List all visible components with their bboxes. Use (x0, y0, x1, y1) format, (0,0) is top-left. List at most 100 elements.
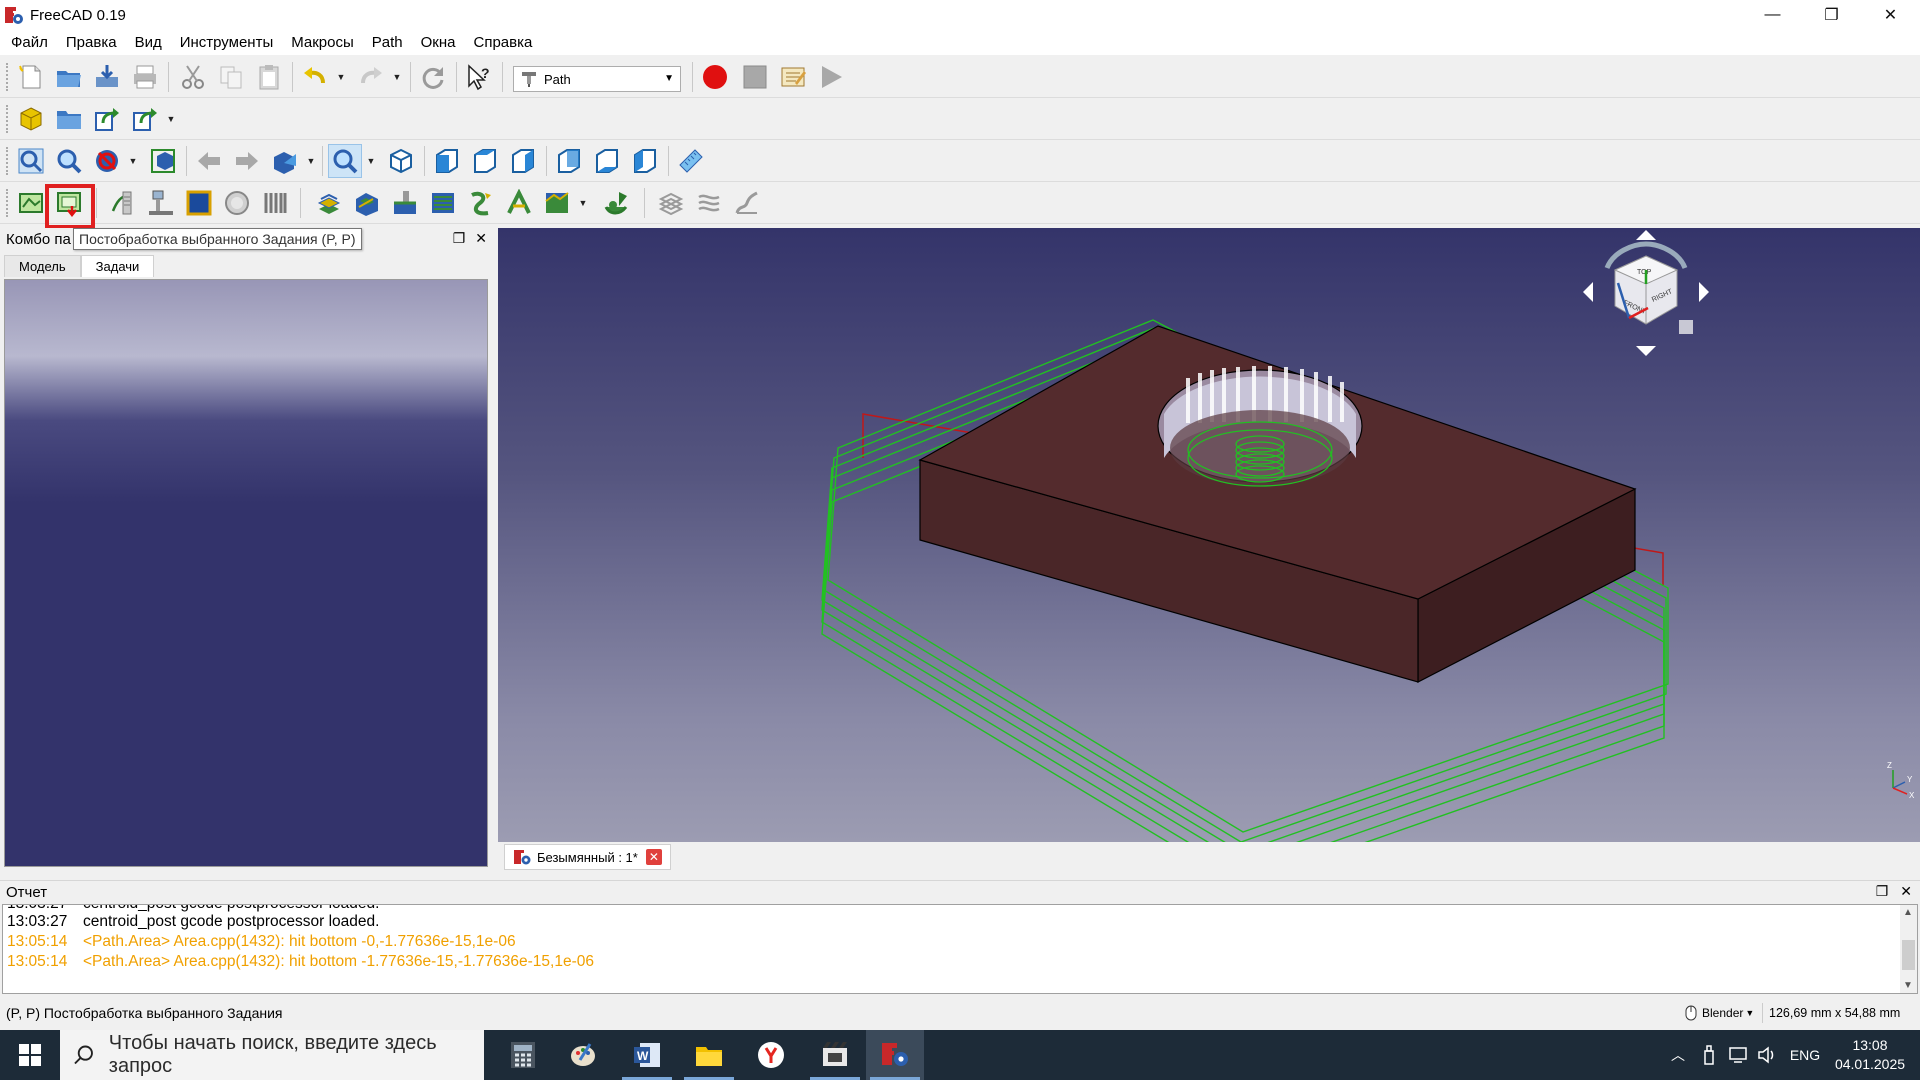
taskbar-search-box[interactable]: Чтобы начать поиск, введите здесь запрос (60, 1030, 484, 1080)
draw-style-chevron-icon[interactable]: ▼ (128, 152, 138, 170)
back-button[interactable] (192, 144, 226, 178)
report-log[interactable]: 13:03:27 centroid_post gcode postprocesso… (2, 904, 1918, 994)
start-button[interactable] (0, 1030, 60, 1080)
path-3d-ops-button[interactable] (540, 186, 574, 220)
undock-icon[interactable]: ❐ (453, 230, 466, 247)
isometric-view-button[interactable] (384, 144, 418, 178)
create-link-actions-button[interactable] (128, 102, 162, 136)
workbench-selector[interactable]: Path ▼ (513, 66, 681, 92)
path-array-button[interactable] (654, 186, 688, 220)
sync-view-button[interactable] (268, 144, 302, 178)
3d-ops-chevron-icon[interactable]: ▼ (578, 194, 588, 212)
link-actions-chevron-icon[interactable]: ▼ (166, 110, 176, 128)
path-inspect-button[interactable] (258, 186, 292, 220)
scrollbar-thumb[interactable] (1902, 940, 1915, 970)
right-view-button[interactable] (506, 144, 540, 178)
close-panel-icon[interactable]: ✕ (1900, 883, 1912, 900)
taskbar-app-paint[interactable] (554, 1030, 612, 1080)
create-group-button[interactable] (52, 102, 86, 136)
path-dressup-button[interactable] (600, 186, 634, 220)
path-stock-button[interactable] (182, 186, 216, 220)
toolbar-grip[interactable] (6, 63, 10, 91)
macro-execute-button[interactable] (814, 60, 848, 94)
menu-view[interactable]: Вид (126, 30, 171, 55)
menu-file[interactable]: Файл (2, 30, 57, 55)
copy-button[interactable] (214, 60, 248, 94)
scroll-up-chevron-icon[interactable]: ▲ (1903, 907, 1913, 918)
tray-volume-icon[interactable] (1754, 1030, 1780, 1080)
macro-edit-button[interactable] (776, 60, 810, 94)
menu-macro[interactable]: Макросы (282, 30, 363, 55)
path-helix-button[interactable] (426, 186, 460, 220)
zoom-chevron-icon[interactable]: ▼ (366, 152, 376, 170)
menu-help[interactable]: Справка (465, 30, 542, 55)
refresh-button[interactable] (416, 60, 450, 94)
macro-stop-button[interactable] (738, 60, 772, 94)
undock-icon[interactable]: ❐ (1876, 883, 1889, 900)
paste-button[interactable] (252, 60, 286, 94)
macro-record-button[interactable] (698, 60, 732, 94)
whats-this-button[interactable]: ? (462, 60, 496, 94)
rear-view-button[interactable] (552, 144, 586, 178)
zoom-button[interactable] (328, 144, 362, 178)
taskbar-app-video-editor[interactable] (806, 1030, 864, 1080)
menu-tools[interactable]: Инструменты (171, 30, 283, 55)
close-panel-icon[interactable]: ✕ (475, 230, 487, 247)
top-view-button[interactable] (468, 144, 502, 178)
toolbar-grip[interactable] (6, 105, 10, 133)
undo-button[interactable] (298, 60, 332, 94)
bottom-view-button[interactable] (590, 144, 624, 178)
fit-selection-button[interactable] (52, 144, 86, 178)
draw-style-button[interactable] (90, 144, 124, 178)
tray-network-icon[interactable] (1726, 1030, 1752, 1080)
forward-button[interactable] (230, 144, 264, 178)
tray-usb-icon[interactable] (1696, 1030, 1722, 1080)
redo-dropdown-chevron-icon[interactable]: ▼ (392, 68, 402, 86)
taskbar-app-calculator[interactable] (494, 1030, 552, 1080)
front-view-button[interactable] (430, 144, 464, 178)
path-simple-copy-button[interactable] (692, 186, 726, 220)
document-tab[interactable]: Безымянный : 1* ✕ (504, 844, 671, 870)
navigation-style-selector[interactable]: Blender ▼ (1684, 1003, 1754, 1023)
tray-clock[interactable]: 13:08 04.01.2025 (1830, 1036, 1910, 1074)
tab-model[interactable]: Модель (4, 255, 81, 277)
print-button[interactable] (128, 60, 162, 94)
path-engrave-button[interactable] (502, 186, 536, 220)
report-scrollbar[interactable]: ▲ ▼ (1900, 905, 1917, 993)
path-tool-controller-button[interactable] (106, 186, 140, 220)
path-simulator-button[interactable] (220, 186, 254, 220)
maximize-button[interactable]: ❐ (1802, 0, 1861, 30)
save-button[interactable] (90, 60, 124, 94)
path-pocket-button[interactable] (350, 186, 384, 220)
bounding-box-button[interactable] (146, 144, 180, 178)
menu-path[interactable]: Path (363, 30, 412, 55)
tab-tasks[interactable]: Задачи (80, 255, 155, 277)
minimize-button[interactable]: — (1743, 0, 1802, 30)
taskbar-app-explorer[interactable] (680, 1030, 738, 1080)
path-job-button[interactable] (14, 186, 48, 220)
close-window-button[interactable]: ✕ (1861, 0, 1920, 30)
open-button[interactable] (52, 60, 86, 94)
undo-dropdown-chevron-icon[interactable]: ▼ (336, 68, 346, 86)
navigation-cube[interactable]: TOP FRONT RIGHT (1583, 230, 1709, 356)
toolbar-grip[interactable] (6, 147, 10, 175)
path-face-button[interactable] (388, 186, 422, 220)
fit-all-button[interactable] (14, 144, 48, 178)
menu-windows[interactable]: Окна (412, 30, 465, 55)
menu-edit[interactable]: Правка (57, 30, 126, 55)
path-drilling-button[interactable] (464, 186, 498, 220)
left-view-button[interactable] (628, 144, 662, 178)
toolbar-grip[interactable] (6, 189, 10, 217)
measure-distance-button[interactable] (674, 144, 708, 178)
taskbar-app-yandex-browser[interactable] (742, 1030, 800, 1080)
new-document-button[interactable] (14, 60, 48, 94)
tray-expand-chevron-icon[interactable]: ︿ (1664, 1030, 1692, 1080)
tray-language-indicator[interactable]: ENG (1784, 1030, 1826, 1080)
path-tool-library-button[interactable] (144, 186, 178, 220)
redo-button[interactable] (354, 60, 388, 94)
taskbar-app-word[interactable]: W (618, 1030, 676, 1080)
scroll-down-chevron-icon[interactable]: ▼ (1903, 980, 1913, 991)
3d-view[interactable]: TOP FRONT RIGHT Z Y X (498, 228, 1920, 842)
path-profile-button[interactable] (312, 186, 346, 220)
path-shape-button[interactable] (730, 186, 764, 220)
